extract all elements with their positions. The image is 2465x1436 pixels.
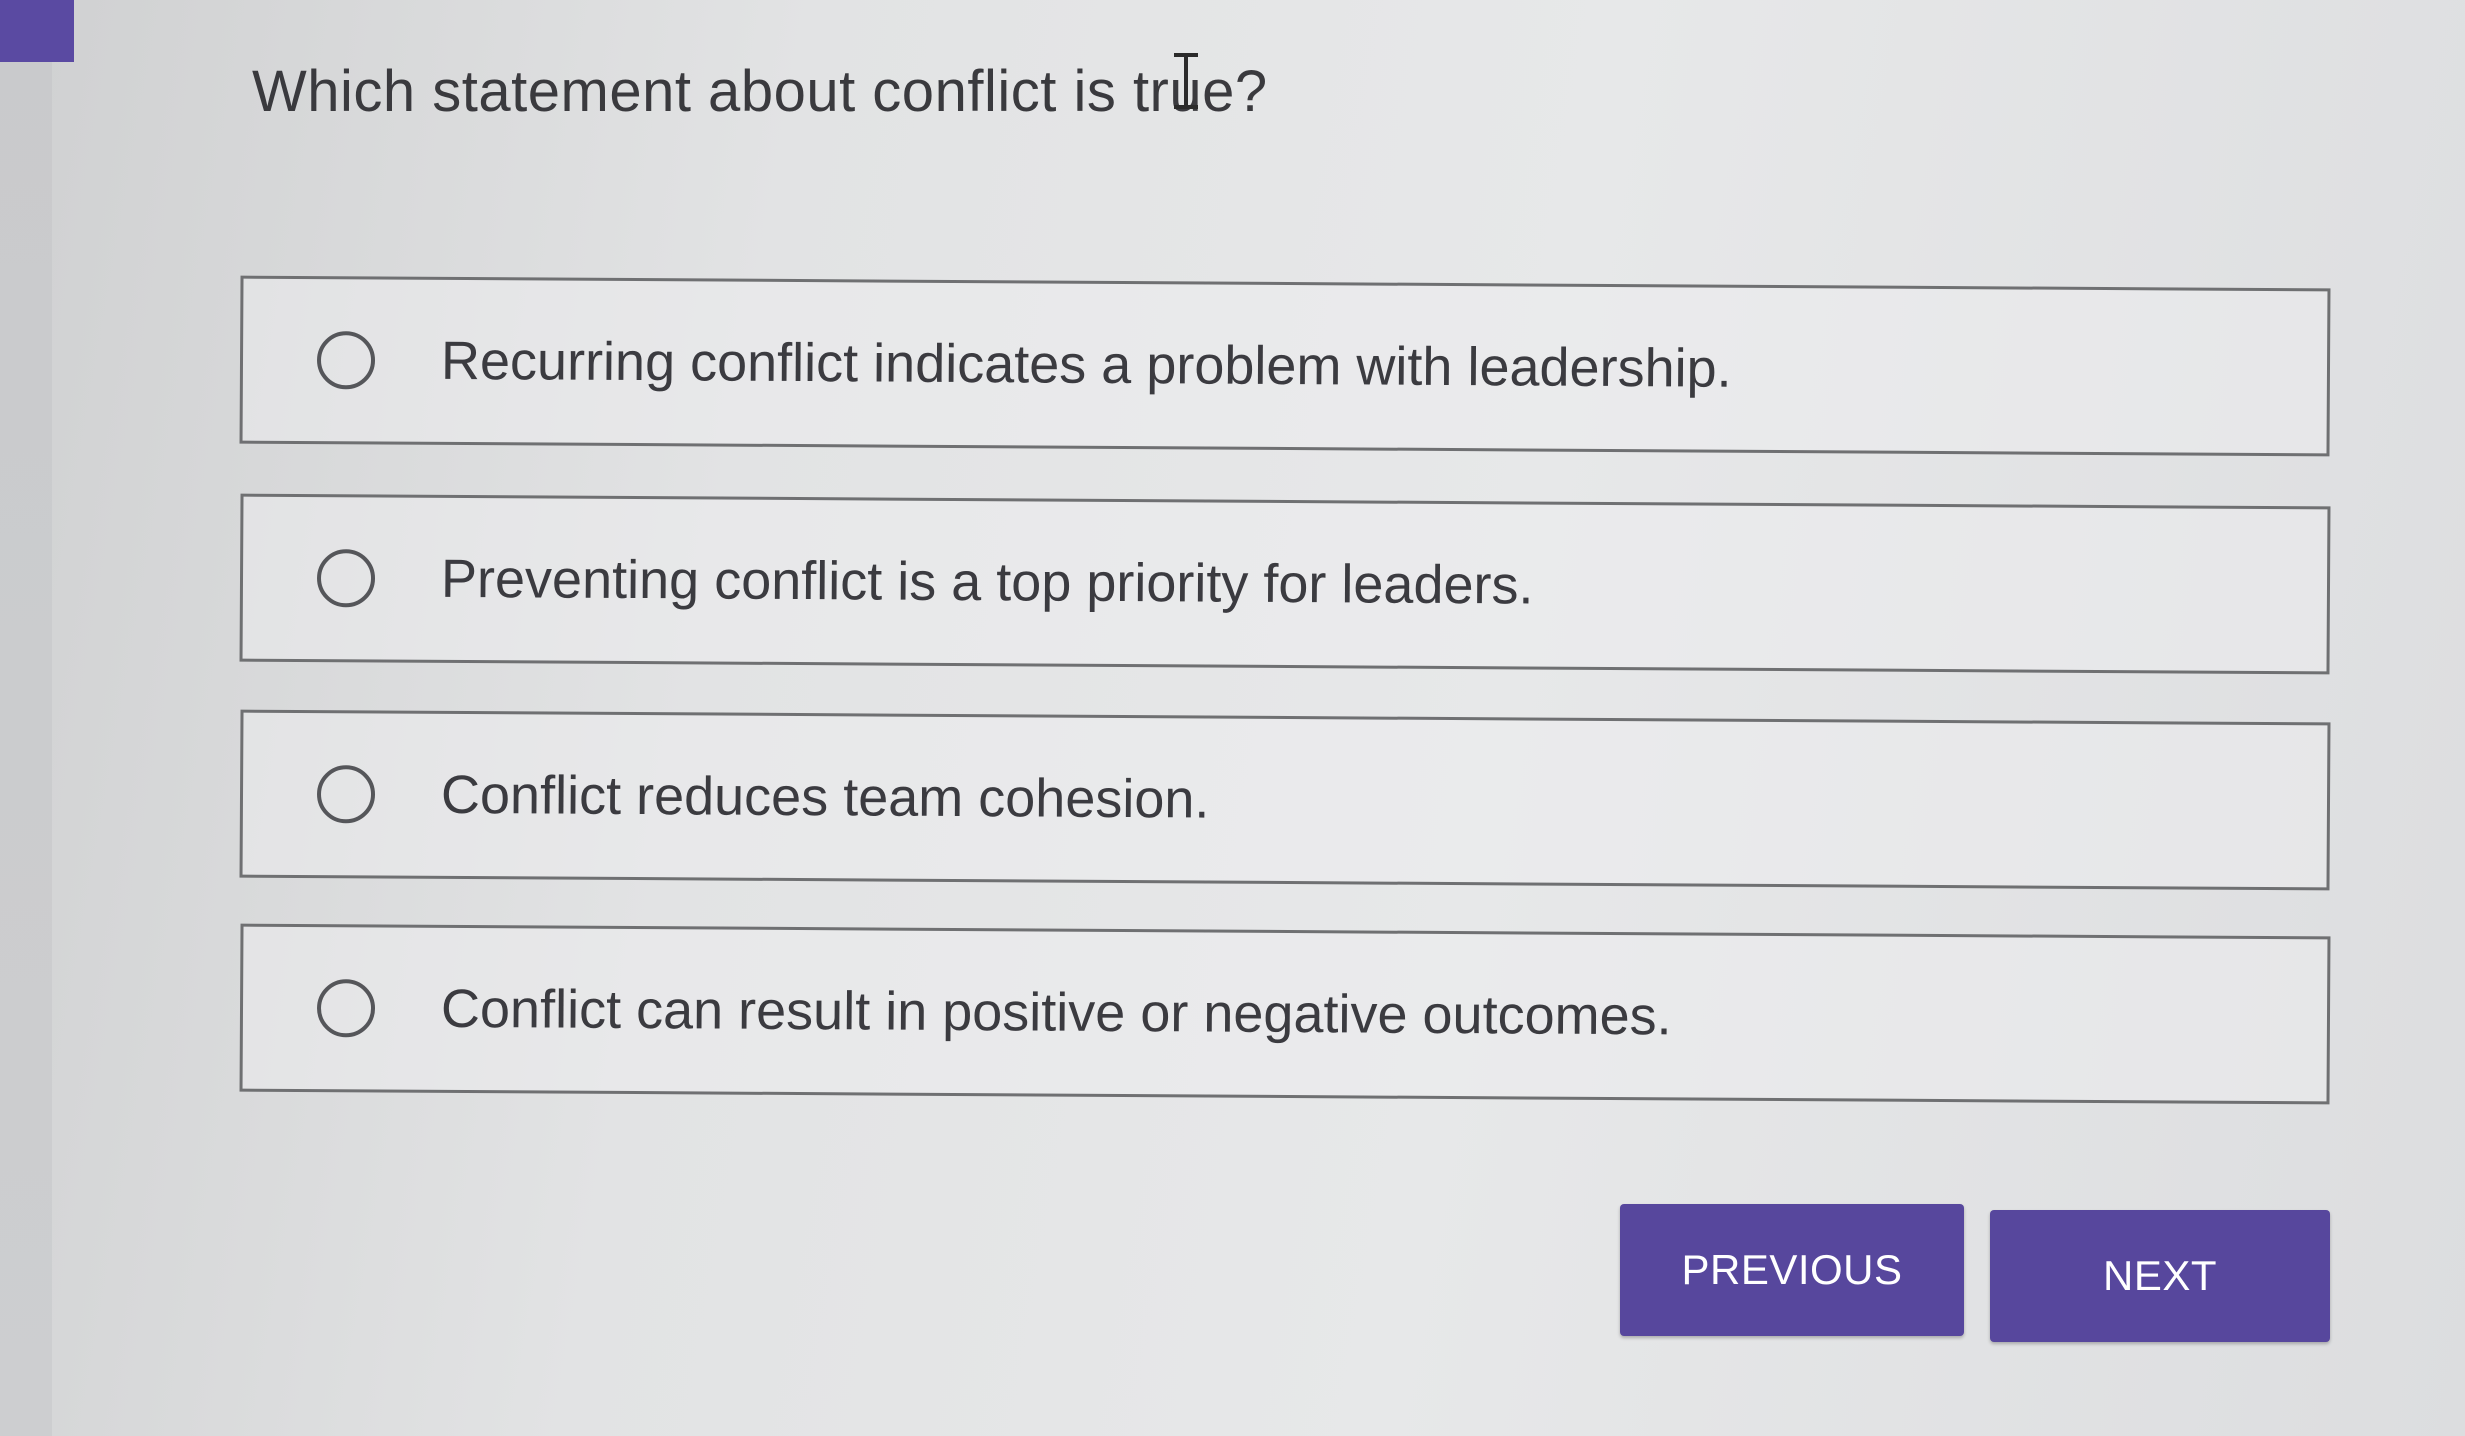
answer-option-label: Preventing conflict is a top priority fo… — [440, 548, 1534, 616]
previous-button[interactable]: PREVIOUS — [1620, 1204, 1964, 1336]
left-sidebar-strip — [0, 0, 52, 1436]
answer-option-label: Conflict reduces team cohesion. — [440, 764, 1210, 830]
question-text-part-2: e? — [1202, 59, 1268, 124]
brand-accent-block — [0, 0, 74, 62]
answer-option-label: Recurring conflict indicates a problem w… — [440, 330, 1732, 399]
radio-unselected-icon[interactable] — [316, 979, 376, 1038]
radio-unselected-icon[interactable] — [316, 765, 376, 824]
answer-option-2[interactable]: Preventing conflict is a top priority fo… — [239, 493, 2331, 675]
answer-option-3[interactable]: Conflict reduces team cohesion. — [239, 709, 2331, 891]
answer-option-4[interactable]: Conflict can result in positive or negat… — [239, 923, 2331, 1105]
answer-option-1[interactable]: Recurring conflict indicates a problem w… — [239, 275, 2331, 457]
question-text-part-1: Which statement about conflict is tru — [252, 59, 1203, 124]
radio-unselected-icon[interactable] — [316, 549, 376, 608]
answer-option-label: Conflict can result in positive or negat… — [440, 978, 1672, 1047]
next-button[interactable]: NEXT — [1990, 1210, 2330, 1342]
question-text: Which statement about conflict is true? — [252, 53, 1268, 125]
radio-unselected-icon[interactable] — [316, 331, 376, 390]
